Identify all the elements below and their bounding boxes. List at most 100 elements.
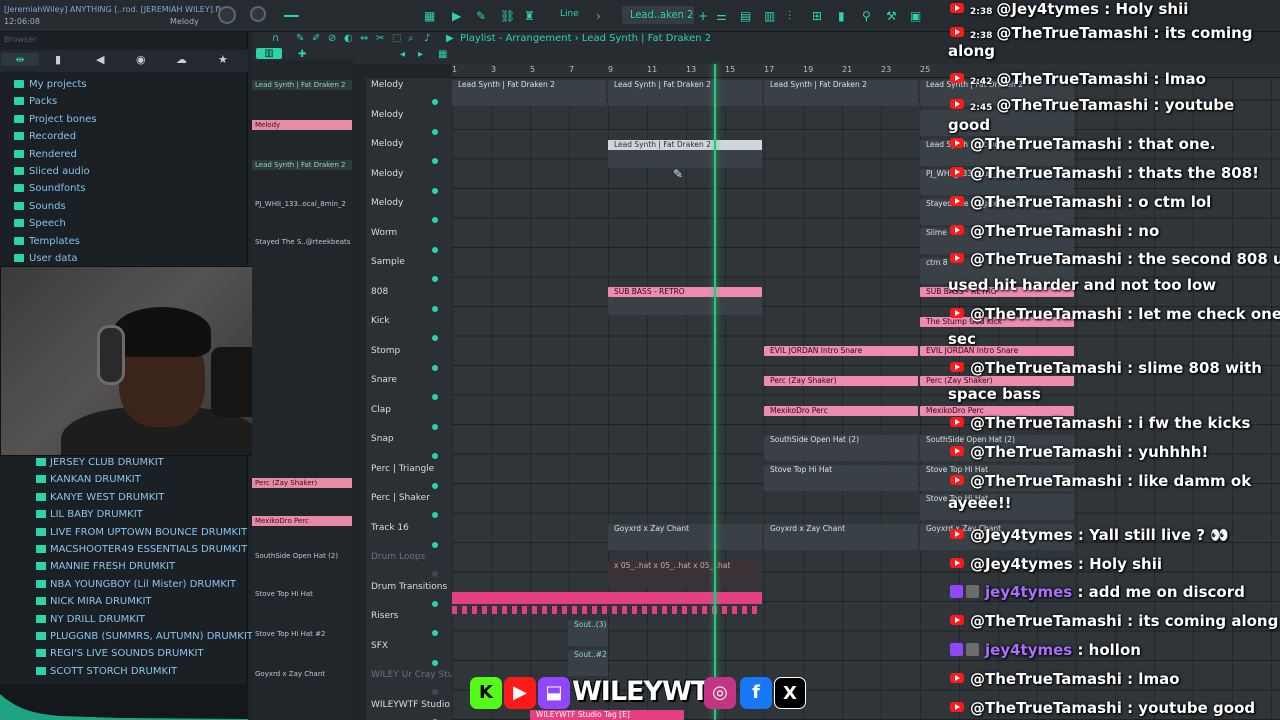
track-name[interactable]: Stomp — [371, 346, 400, 356]
delete-tool-icon[interactable]: ⊘ — [328, 33, 336, 44]
ruler-bar-number[interactable]: 5 — [530, 65, 535, 74]
pattern-picker-item[interactable]: Perc (Zay Shaker) — [252, 478, 352, 488]
track-enable-toggle[interactable] — [432, 246, 438, 253]
browser-kit-folder[interactable]: NBA YOUNGBOY (Lil Mister) DRUMKIT — [36, 576, 236, 593]
pattern-picker-item[interactable]: Melody — [252, 120, 352, 130]
browser-tab-all[interactable]: ⇹ — [1, 53, 39, 66]
track-enable-toggle[interactable] — [432, 305, 438, 312]
ruler-bar-number[interactable]: 17 — [764, 65, 774, 74]
clip-lead-synth[interactable]: Lead Synth | Fat Draken 2 — [452, 80, 606, 106]
track-enable-toggle[interactable] — [432, 128, 438, 135]
play-icon[interactable]: ▶ — [452, 9, 461, 23]
clip-sub-bass-notes[interactable] — [608, 297, 762, 315]
zoom-tool-icon[interactable]: ⌕ — [408, 33, 414, 44]
master-pitch-knob[interactable] — [250, 6, 266, 22]
clip-lead-synth-selected[interactable]: Lead Synth | Fat Draken 2 — [608, 140, 762, 150]
track-enable-toggle[interactable] — [432, 276, 438, 282]
pattern-picker-item[interactable]: Stove Top Hi Hat #2 — [255, 630, 325, 638]
track-enable-toggle[interactable] — [432, 423, 438, 430]
track-enable-toggle[interactable] — [432, 659, 438, 666]
track-enable-toggle[interactable] — [432, 364, 438, 371]
browser-folder[interactable]: Rendered — [14, 146, 77, 163]
pencil-icon[interactable]: ✎ — [476, 9, 486, 23]
plugin-icon[interactable]: ⚲ — [862, 9, 871, 23]
ruler-bar-number[interactable]: 1 — [452, 65, 457, 74]
link-icon[interactable]: ⛓ — [500, 9, 515, 23]
track-enable-toggle[interactable] — [432, 217, 438, 223]
track-enable-toggle[interactable] — [432, 512, 438, 518]
track-name[interactable]: Melody — [371, 110, 403, 120]
track-name[interactable]: Sample — [371, 257, 405, 267]
stamp-icon[interactable]: ♜ — [524, 9, 535, 23]
browser-tab-world[interactable]: ◉ — [136, 53, 146, 66]
snap-select[interactable]: Line — [560, 9, 579, 19]
track-enable-toggle[interactable] — [432, 689, 438, 695]
track-enable-toggle[interactable] — [432, 99, 438, 105]
clip-drum-loops[interactable]: x 05_..hat x 05_..hat x 05_..hat — [608, 561, 762, 587]
ruler-bar-number[interactable]: 25 — [920, 65, 930, 74]
ruler-bar-number[interactable]: 23 — [881, 65, 891, 74]
browser-kit-folder[interactable]: REGI'S LIVE SOUNDS DRUMKIT — [36, 645, 204, 662]
track-name[interactable]: Perc | Shaker — [371, 493, 430, 503]
browser-kit-folder[interactable]: LIVE FROM UPTOWN BOUNCE DRUMKIT — [36, 524, 247, 541]
ruler-bar-number[interactable]: 19 — [803, 65, 813, 74]
track-enable-toggle[interactable] — [432, 541, 438, 548]
playhead[interactable] — [714, 64, 716, 720]
track-name[interactable]: Kick — [371, 316, 390, 326]
slice-tool-icon[interactable]: ✂ — [376, 33, 384, 44]
chevron-right-icon[interactable]: › — [596, 9, 601, 23]
clip-lead-synth-notes[interactable] — [608, 150, 762, 168]
ruler-bar-number[interactable]: 21 — [842, 65, 852, 74]
pattern-picker-item[interactable]: Lead Synth | Fat Draken 2 — [252, 160, 352, 170]
track-enable-toggle[interactable] — [432, 394, 438, 400]
clip-riser[interactable]: Sout..(3) — [568, 620, 608, 646]
browser-folder[interactable]: My projects — [14, 76, 87, 93]
browser-kit-folder[interactable]: MACSHOOTER49 ESSENTIALS DRUMKIT — [36, 541, 247, 558]
track-name[interactable]: 808 — [371, 287, 388, 297]
arrow-left-icon[interactable]: ▸ — [418, 49, 423, 60]
browser-kit-folder[interactable]: SCOTT STORCH DRUMKIT — [36, 663, 177, 680]
browser-folder[interactable]: User data — [14, 250, 78, 267]
browser-folder[interactable]: Project bones — [14, 111, 97, 128]
wrench-icon[interactable]: ⚒ — [886, 9, 897, 23]
track-enable-toggle[interactable] — [432, 335, 438, 341]
track-enable-toggle[interactable] — [432, 600, 438, 607]
track-name[interactable]: Worm — [371, 228, 397, 238]
track-name[interactable]: Melody — [371, 80, 403, 90]
browser-kit-folder[interactable]: JERSEY CLUB DRUMKIT — [36, 454, 164, 471]
browser-folder[interactable]: Soundfonts — [14, 180, 86, 197]
track-name[interactable]: Risers — [371, 611, 398, 621]
track-name[interactable]: Track 16 — [371, 523, 409, 533]
clip-mexikodro[interactable]: MexikoDro Perc — [764, 406, 918, 416]
mixer-icon[interactable]: ⚌ — [716, 9, 727, 23]
pattern-picker-item[interactable]: Goyxrd x Zay Chant — [255, 670, 325, 678]
browser-folder[interactable]: Speech — [14, 215, 66, 232]
browser-tab-cloud[interactable]: ☁ — [176, 53, 187, 66]
browser-folder[interactable]: Sliced audio — [14, 163, 90, 180]
clip-evil-snare[interactable]: EVIL JORDAN Intro Snare — [764, 346, 918, 356]
clip-goyxrd[interactable]: Goyxrd x Zay Chant — [764, 524, 918, 550]
track-name[interactable]: SFX — [371, 641, 388, 651]
pattern-picker-item[interactable]: Stayed The S..@rteekbeats — [255, 238, 350, 246]
clip-stove-hat[interactable]: Stove Top Hi Hat — [764, 465, 918, 491]
playback-tool-icon[interactable]: ♪ — [424, 33, 430, 44]
brush-tool-icon[interactable]: ✐ — [312, 33, 320, 44]
clip-perc-zay[interactable]: Perc (Zay Shaker) — [764, 376, 918, 386]
clip-lead-synth[interactable]: Lead Synth | Fat Draken 2 — [608, 80, 762, 106]
folder-icon[interactable]: ▮ — [838, 9, 845, 23]
track-name[interactable]: Melody — [371, 139, 403, 149]
pencil-tool-icon[interactable]: ✎ — [296, 33, 304, 44]
browser-folder[interactable]: Packs — [14, 93, 57, 110]
master-volume-knob[interactable] — [218, 6, 236, 24]
clip-sfx[interactable]: Sout..#2 — [568, 650, 608, 676]
pattern-picker-item[interactable]: MexikoDro Perc — [252, 516, 352, 526]
slider-icon[interactable]: ━━ — [284, 9, 298, 23]
cpu-icon[interactable]: ▣ — [910, 9, 921, 23]
arrow-right-icon[interactable]: ◂ — [400, 49, 405, 60]
track-name[interactable]: WILEY Ur Cray Stu... — [371, 670, 462, 680]
browser-kit-folder[interactable]: NY DRILL DRUMKIT — [36, 611, 145, 628]
track-name[interactable]: Drum Loops — [371, 552, 425, 562]
browser-kit-folder[interactable]: KANYE WEST DRUMKIT — [36, 489, 164, 506]
track-name[interactable]: Snare — [371, 375, 397, 385]
track-name[interactable]: Melody — [371, 169, 403, 179]
